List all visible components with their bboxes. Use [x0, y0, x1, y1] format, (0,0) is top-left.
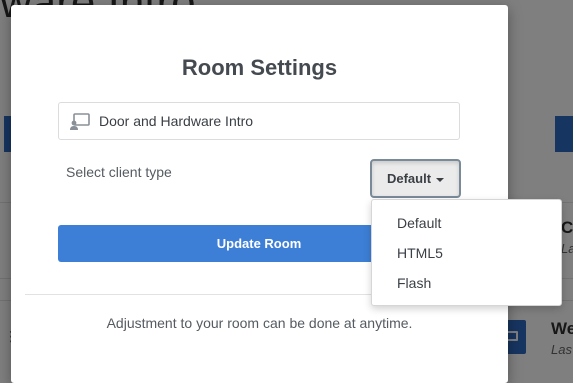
client-type-button-label: Default: [386, 171, 432, 186]
presentation-screen-icon: [69, 113, 91, 131]
client-type-label: Select client type: [66, 164, 172, 180]
menu-item-html5[interactable]: HTML5: [397, 245, 443, 261]
room-name-field[interactable]: [58, 102, 460, 140]
modal-footer-text: Adjustment to your room can be done at a…: [106, 315, 413, 331]
menu-item-flash[interactable]: Flash: [397, 275, 431, 291]
client-type-dropdown-button[interactable]: Default: [370, 159, 461, 198]
menu-item-default[interactable]: Default: [397, 215, 441, 231]
caret-down-icon: [436, 177, 445, 182]
modal-title: Room Settings: [181, 55, 338, 80]
room-name-input[interactable]: [99, 103, 449, 139]
room-settings-modal: Room Settings Select client type Default…: [11, 5, 508, 383]
client-type-menu: Default HTML5 Flash: [371, 199, 562, 306]
